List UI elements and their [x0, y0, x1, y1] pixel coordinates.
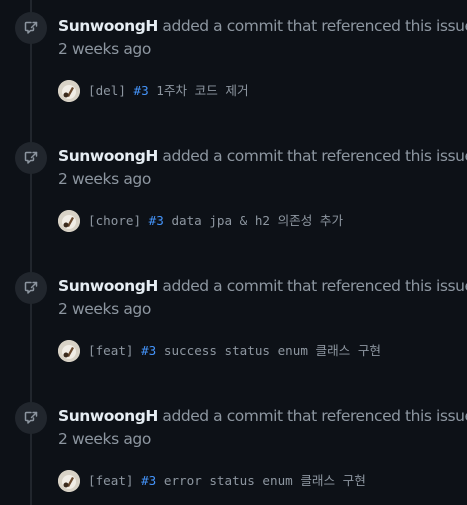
avatar[interactable] — [58, 210, 80, 232]
cross-reference-icon — [15, 142, 47, 174]
commit-message[interactable]: [del] #3 1주차 코드 제거 — [88, 81, 249, 101]
commit-message-text: 1주차 코드 제거 — [156, 83, 249, 98]
author-link[interactable]: SunwoongH — [58, 277, 158, 295]
commit-message-text: success status enum 클래스 구현 — [163, 343, 382, 358]
author-link[interactable]: SunwoongH — [58, 147, 158, 165]
timeline-event: SunwoongH added a commit that referenced… — [0, 260, 467, 390]
commit-type-prefix: [feat] — [88, 473, 134, 488]
commit-type-prefix: [feat] — [88, 343, 134, 358]
event-action-text: added a commit that referenced this issu… — [162, 17, 467, 35]
issue-reference-link[interactable]: #3 — [141, 473, 156, 488]
commit-row: [del] #3 1주차 코드 제거 — [58, 80, 249, 102]
timeline-event: SunwoongH added a commit that referenced… — [0, 390, 467, 505]
issue-reference-link[interactable]: #3 — [134, 83, 149, 98]
commit-message[interactable]: [chore] #3 data jpa & h2 의존성 추가 — [88, 211, 343, 231]
avatar[interactable] — [58, 340, 80, 362]
event-header: SunwoongH added a commit that referenced… — [58, 16, 467, 36]
author-link[interactable]: SunwoongH — [58, 17, 158, 35]
event-action-text: added a commit that referenced this issu… — [162, 407, 467, 425]
timeline-event: SunwoongH added a commit that referenced… — [0, 0, 467, 130]
event-timestamp[interactable]: 2 weeks ago — [58, 299, 151, 319]
cross-reference-icon — [15, 402, 47, 434]
cross-reference-icon — [15, 12, 47, 44]
event-timestamp[interactable]: 2 weeks ago — [58, 39, 151, 59]
commit-type-prefix: [del] — [88, 83, 126, 98]
issue-reference-link[interactable]: #3 — [149, 213, 164, 228]
commit-message-text: data jpa & h2 의존성 추가 — [171, 213, 344, 228]
avatar[interactable] — [58, 470, 80, 492]
event-timestamp[interactable]: 2 weeks ago — [58, 169, 151, 189]
commit-type-prefix: [chore] — [88, 213, 142, 228]
commit-row: [feat] #3 success status enum 클래스 구현 — [58, 340, 381, 362]
timeline-event: SunwoongH added a commit that referenced… — [0, 130, 467, 260]
event-timestamp[interactable]: 2 weeks ago — [58, 429, 151, 449]
commit-message-text: error status enum 클래스 구현 — [163, 473, 366, 488]
commit-message[interactable]: [feat] #3 error status enum 클래스 구현 — [88, 471, 366, 491]
avatar[interactable] — [58, 80, 80, 102]
commit-row: [chore] #3 data jpa & h2 의존성 추가 — [58, 210, 343, 232]
cross-reference-icon — [15, 272, 47, 304]
author-link[interactable]: SunwoongH — [58, 407, 158, 425]
commit-row: [feat] #3 error status enum 클래스 구현 — [58, 470, 366, 492]
event-header: SunwoongH added a commit that referenced… — [58, 146, 467, 166]
event-header: SunwoongH added a commit that referenced… — [58, 276, 467, 296]
commit-message[interactable]: [feat] #3 success status enum 클래스 구현 — [88, 341, 381, 361]
issue-reference-link[interactable]: #3 — [141, 343, 156, 358]
event-action-text: added a commit that referenced this issu… — [162, 277, 467, 295]
event-header: SunwoongH added a commit that referenced… — [58, 406, 467, 426]
event-action-text: added a commit that referenced this issu… — [162, 147, 467, 165]
